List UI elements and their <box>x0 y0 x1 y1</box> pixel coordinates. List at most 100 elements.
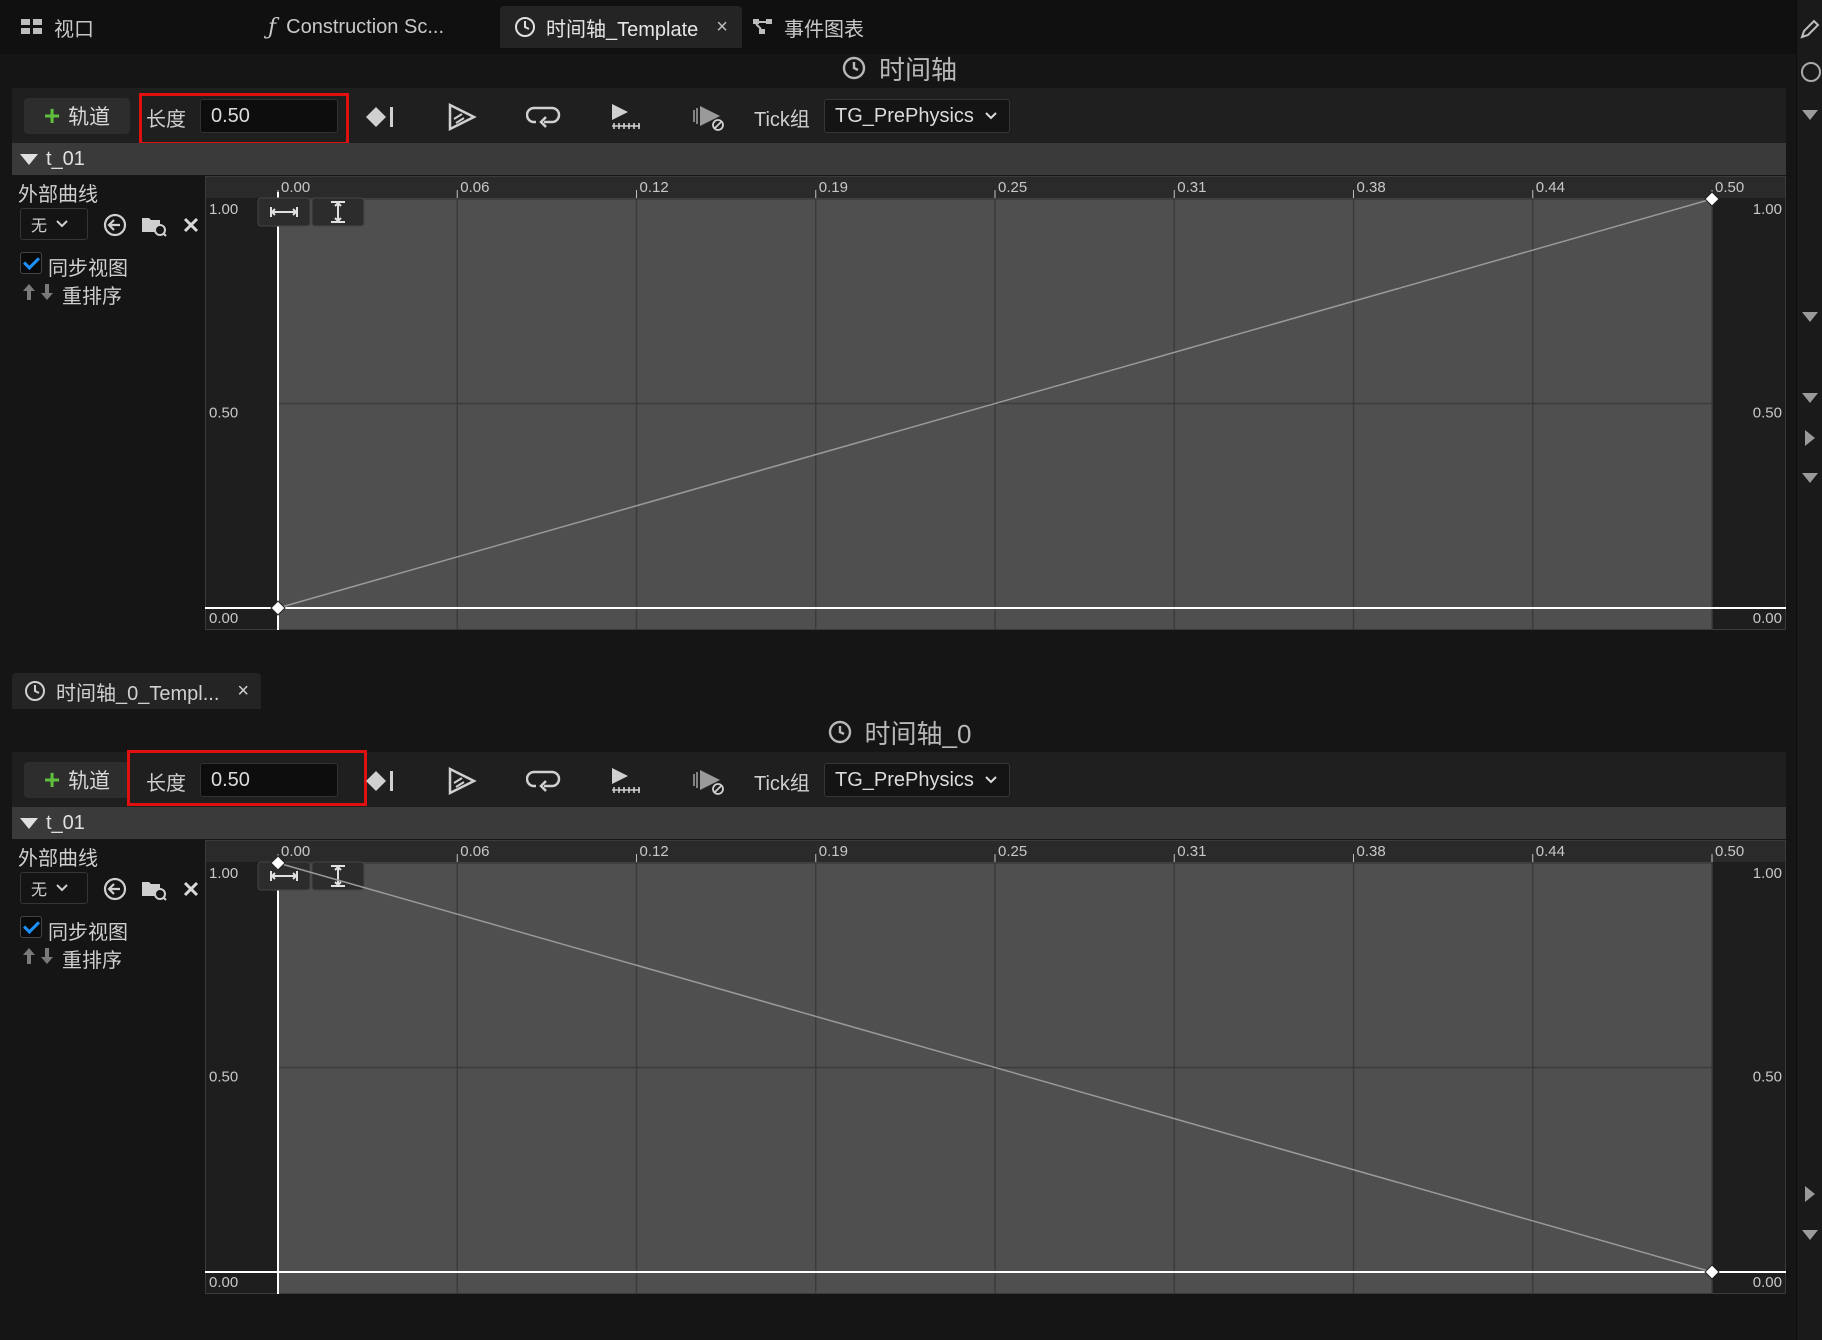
curve-editor[interactable]: 0.00 0.06 0.12 0.19 0.25 0.31 0.38 0.44 0.50 1.00… <box>204 175 1787 631</box>
external-curve-select[interactable]: 无 <box>20 208 88 240</box>
tick-group-select[interactable]: TG_PrePhysics <box>824 763 1010 797</box>
tab-label: Construction Sc... <box>286 15 444 38</box>
plus-icon: + <box>43 100 61 131</box>
fit-horizontal-button[interactable] <box>257 861 311 891</box>
reorder-arrows-icon[interactable] <box>20 946 56 966</box>
autoplay-icon[interactable] <box>444 766 480 796</box>
tab-event-graph[interactable]: 事件图表 <box>752 6 864 48</box>
replicated-icon[interactable] <box>608 102 644 132</box>
chevron-down-icon <box>985 776 997 784</box>
browse-folder-icon[interactable] <box>140 876 168 902</box>
ruler-tick-label: 0.06 <box>460 179 489 196</box>
loop-icon[interactable] <box>526 102 562 132</box>
chevron-down-icon[interactable] <box>1802 110 1818 120</box>
chevron-down-icon <box>56 884 68 892</box>
add-track-label: 轨道 <box>68 106 111 129</box>
chevron-down-icon[interactable] <box>1802 1230 1818 1240</box>
right-side-strip <box>1796 0 1822 1340</box>
viewport-grid-icon <box>21 19 42 34</box>
tab-label: 事件图表 <box>784 18 864 41</box>
reorder-arrows-icon[interactable] <box>20 282 56 302</box>
pencil-icon[interactable] <box>1799 18 1821 40</box>
value-tick-label-left: 0.50 <box>209 405 238 422</box>
ruler-tick-label: 0.06 <box>460 843 489 860</box>
add-track-button[interactable]: + 轨道 <box>24 98 130 134</box>
search-icon[interactable] <box>1801 62 1821 82</box>
ruler-tick-label: 0.19 <box>819 843 848 860</box>
ruler-tick-label: 0.25 <box>998 179 1027 196</box>
autoplay-icon[interactable] <box>444 102 480 132</box>
sync-view-label: 同步视图 <box>48 922 128 944</box>
tab-timeline-template[interactable]: 时间轴_Template × <box>500 6 742 48</box>
chevron-down-icon[interactable] <box>1802 312 1818 322</box>
track-name: t_01 <box>46 147 85 170</box>
ruler-tick-label: 0.00 <box>281 843 310 860</box>
use-last-keyframe-icon[interactable] <box>362 766 398 796</box>
collapse-triangle-icon[interactable] <box>20 153 38 165</box>
use-selected-asset-icon[interactable] <box>102 876 128 902</box>
highlight-box <box>139 93 349 145</box>
chevron-right-icon[interactable] <box>1805 430 1815 446</box>
tab-label: 视口 <box>54 18 94 41</box>
sync-view-checkbox[interactable] <box>20 252 42 274</box>
close-tab-icon[interactable]: × <box>237 680 249 703</box>
tab-viewport[interactable]: 视口 <box>20 6 94 48</box>
ignore-time-dilation-icon[interactable] <box>690 102 726 132</box>
fit-horizontal-button[interactable] <box>257 197 311 227</box>
sync-view-checkbox[interactable] <box>20 916 42 938</box>
use-last-keyframe-icon[interactable] <box>362 102 398 132</box>
tab-construction-script[interactable]: ƒ Construction Sc... <box>268 6 444 48</box>
add-track-button[interactable]: + 轨道 <box>24 762 130 798</box>
value-tick-label-right: 1.00 <box>1753 201 1782 218</box>
track-header[interactable]: t_01 <box>12 143 1786 175</box>
tab-timeline-0-template[interactable]: 时间轴_0_Templ... × <box>12 673 262 709</box>
reorder-label: 重排序 <box>62 286 122 308</box>
ruler-tick-label: 0.12 <box>640 843 669 860</box>
collapse-triangle-icon[interactable] <box>20 817 38 829</box>
function-icon: ƒ <box>268 14 277 40</box>
external-curve-select[interactable]: 无 <box>20 872 88 904</box>
use-selected-asset-icon[interactable] <box>102 212 128 238</box>
clock-icon <box>515 17 535 37</box>
external-curve-value: 无 <box>31 882 48 899</box>
track-name: t_01 <box>46 811 85 834</box>
fit-vertical-button[interactable] <box>311 197 365 227</box>
curve-graph[interactable]: 0.00 0.06 0.12 0.19 0.25 0.31 0.38 0.44 0.50 1.00… <box>204 839 1787 1295</box>
chevron-down-icon[interactable] <box>1802 473 1818 483</box>
tick-group-select[interactable]: TG_PrePhysics <box>824 99 1010 133</box>
curve-editor[interactable]: 0.00 0.06 0.12 0.19 0.25 0.31 0.38 0.44 0.50 1.00… <box>204 839 1787 1295</box>
external-curve-label: 外部曲线 <box>18 184 98 206</box>
external-curve-label: 外部曲线 <box>18 848 98 870</box>
ruler-tick-label: 0.31 <box>1177 843 1206 860</box>
curve-graph[interactable]: 0.00 0.06 0.12 0.19 0.25 0.31 0.38 0.44 0.50 1.00… <box>204 175 1787 631</box>
ignore-time-dilation-icon[interactable] <box>690 766 726 796</box>
ruler-tick-label: 0.38 <box>1357 843 1386 860</box>
timeline-title: 时间轴 <box>12 52 1786 85</box>
clear-icon[interactable] <box>182 880 200 898</box>
tick-group-label: Tick组 <box>754 773 810 795</box>
clock-icon <box>828 720 851 744</box>
close-tab-icon[interactable]: × <box>716 16 728 39</box>
ruler-tick-label: 0.44 <box>1536 179 1565 196</box>
chevron-down-icon[interactable] <box>1802 393 1818 403</box>
external-curve-value: 无 <box>31 218 48 235</box>
chevron-down-icon <box>985 112 997 120</box>
replicated-icon[interactable] <box>608 766 644 796</box>
timeline-title-text: 时间轴 <box>878 54 957 85</box>
ruler-tick-label: 0.25 <box>998 843 1027 860</box>
tab-label: 时间轴_Template <box>546 18 699 41</box>
value-tick-label-right: 0.00 <box>1753 1274 1782 1291</box>
track-header[interactable]: t_01 <box>12 807 1786 839</box>
chevron-right-icon[interactable] <box>1805 1186 1815 1202</box>
add-track-label: 轨道 <box>68 770 111 793</box>
loop-icon[interactable] <box>526 766 562 796</box>
clear-icon[interactable] <box>182 216 200 234</box>
browse-folder-icon[interactable] <box>140 212 168 238</box>
tick-group-label: Tick组 <box>754 109 810 131</box>
sync-view-label: 同步视图 <box>48 258 128 280</box>
tick-group-value: TG_PrePhysics <box>835 768 974 791</box>
value-tick-label-right: 0.50 <box>1753 405 1782 422</box>
event-graph-icon <box>753 19 772 34</box>
ruler-tick-label: 0.38 <box>1357 179 1386 196</box>
ruler-tick-label: 0.50 <box>1715 179 1744 196</box>
